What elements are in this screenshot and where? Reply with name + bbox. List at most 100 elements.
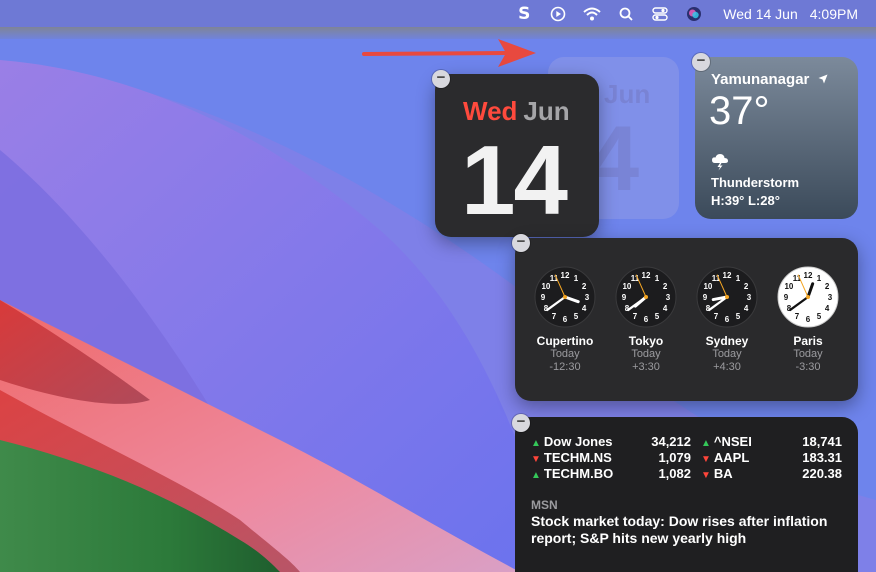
clock-numeral: 3 [747, 293, 752, 302]
clock-center-pin [563, 295, 567, 299]
clock-numeral: 10 [784, 282, 793, 291]
clock-numeral: 6 [563, 315, 568, 324]
clock-numeral: 11 [793, 274, 802, 283]
weather-widget[interactable]: Yamunanagar 37° Thunderstorm H:39° L:28° [695, 57, 858, 219]
control-center-icon[interactable] [643, 0, 677, 27]
clock-numeral: 4 [744, 304, 749, 313]
clock-numeral: 4 [825, 304, 830, 313]
analog-clock-icon: 1234567891011 12 [777, 266, 839, 328]
stocks-widget[interactable]: ▲ Dow Jones 34,212 ▼ TECHM.NS 1,079 ▲ TECHM… [515, 417, 858, 572]
clock-numeral: 12 [642, 271, 651, 280]
clock-numeral: 11 [631, 274, 640, 283]
s-glyph: S [518, 3, 531, 24]
weather-temperature: 37° [709, 89, 770, 133]
clock-numeral: 9 [622, 293, 627, 302]
search-icon[interactable] [609, 0, 643, 27]
clock-city: Sydney [705, 334, 749, 348]
up-arrow-icon: ▲ [701, 438, 711, 449]
desktop: S Wed 14 Jun 4:09PM Jun 4 Wed Jun 14 − Y… [0, 0, 876, 572]
clock-city: Paris [793, 334, 823, 348]
clock-numeral: 10 [622, 282, 631, 291]
clock-paris: 1 2 3 4 5 6 7 8 9 10 11 12 Paris Today -3:30 [768, 266, 848, 374]
minus-icon: − [516, 413, 526, 430]
clock-numeral: 5 [574, 312, 579, 321]
news-headline-link[interactable]: Stock market today: Dow rises after infl… [531, 513, 841, 547]
stock-symbol: BA [713, 466, 733, 481]
clock-tokyo: 1 2 3 4 5 6 7 8 9 10 11 12 Tokyo Today +3:30 [606, 266, 686, 374]
clock-numeral: 12 [561, 271, 570, 280]
clock-day: Today [793, 348, 823, 360]
stock-symbol: Dow Jones [543, 434, 613, 449]
clock-numeral: 3 [585, 293, 590, 302]
remove-clock-widget-button[interactable]: − [512, 234, 530, 252]
clock-city: Cupertino [536, 334, 594, 348]
clock-day: Today [550, 348, 580, 360]
clock-numeral: 9 [541, 293, 546, 302]
analog-clock-icon: 1234567891011 12 [615, 266, 677, 328]
clock-numeral: 9 [703, 293, 708, 302]
clock-sydney: 1 2 3 4 5 6 7 8 9 10 11 12 Sydney Today +4:30 [687, 266, 767, 374]
clock-numeral: 12 [804, 271, 813, 280]
wifi-icon[interactable] [575, 0, 609, 27]
down-arrow-icon: ▼ [701, 470, 711, 481]
remove-stocks-widget-button[interactable]: − [512, 414, 530, 432]
clock-numeral: 2 [744, 282, 749, 291]
clock-numeral: 12 [723, 271, 732, 280]
menubar-time[interactable]: 4:09PM [810, 6, 858, 22]
world-clock-widget[interactable]: 1 2 3 4 5 6 7 8 9 10 11 12 Cupertino Today -12:30 1… [515, 238, 858, 401]
clock-numeral: 10 [703, 282, 712, 291]
minus-icon: − [696, 52, 706, 69]
calendar-day-number: 14 [461, 125, 568, 235]
clock-numeral: 7 [714, 312, 719, 321]
clock-offset: -12:30 [549, 361, 581, 373]
clock-center-pin [725, 295, 729, 299]
clock-numeral: 7 [795, 312, 800, 321]
remove-calendar-widget-button[interactable]: − [432, 70, 450, 88]
up-arrow-icon: ▲ [531, 438, 541, 449]
clock-numeral: 3 [828, 293, 833, 302]
clock-numeral: 9 [784, 293, 789, 302]
clock-center-pin [644, 295, 648, 299]
calendar-weekday: Wed [463, 96, 518, 126]
analog-clock-icon: 1234567891011 12 [534, 266, 596, 328]
stock-value: 183.31 [802, 450, 842, 465]
menubar-date[interactable]: Wed 14 Jun [723, 6, 797, 22]
analog-clock-icon: 1234567891011 12 [696, 266, 758, 328]
calendar-widget[interactable]: Wed Jun 14 [435, 74, 599, 237]
clock-numeral: 1 [574, 274, 579, 283]
stock-symbol: TECHM.NS [543, 450, 612, 465]
clock-numeral: 7 [552, 312, 557, 321]
weather-city-name: Yamunanagar [711, 71, 810, 88]
clock-numeral: 5 [655, 312, 660, 321]
scrivener-s-icon[interactable]: S [507, 0, 541, 27]
weather-high-low: H:39° L:28° [711, 193, 780, 208]
thunderstorm-icon [712, 154, 728, 171]
clock-cupertino: 1 2 3 4 5 6 7 8 9 10 11 12 Cupertino Today -12:30 [525, 266, 605, 374]
clock-numeral: 5 [736, 312, 741, 321]
weather-city: Yamunanagar [711, 71, 828, 88]
clock-numeral: 5 [817, 312, 822, 321]
down-arrow-icon: ▼ [531, 454, 541, 465]
stock-value: 1,082 [658, 466, 691, 481]
remove-weather-widget-button[interactable]: − [692, 53, 710, 71]
up-arrow-icon: ▲ [531, 470, 541, 481]
play-circle-icon[interactable] [541, 0, 575, 27]
clock-numeral: 3 [666, 293, 671, 302]
stock-symbol: ^NSEI [713, 434, 752, 449]
minus-icon: − [516, 233, 526, 250]
clock-numeral: 11 [712, 274, 721, 283]
clock-numeral: 6 [644, 315, 649, 324]
clock-numeral: 10 [541, 282, 550, 291]
minus-icon: − [436, 69, 446, 86]
clock-numeral: 4 [663, 304, 668, 313]
clock-numeral: 7 [633, 312, 638, 321]
calendar-header: Wed Jun [463, 96, 570, 127]
clock-numeral: 2 [663, 282, 668, 291]
clock-offset: +4:30 [713, 361, 741, 373]
clock-day: Today [712, 348, 742, 360]
clock-numeral: 2 [582, 282, 587, 291]
weather-condition: Thunderstorm [711, 175, 800, 190]
stock-value: 18,741 [802, 434, 842, 449]
clock-numeral: 2 [825, 282, 830, 291]
siri-icon[interactable] [677, 0, 711, 27]
